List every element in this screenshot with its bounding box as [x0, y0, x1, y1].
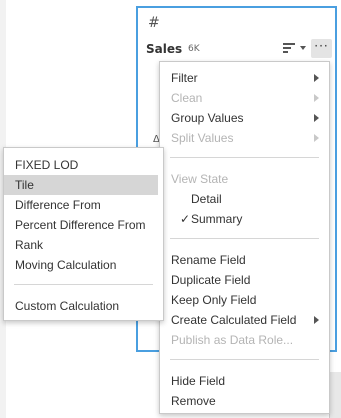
number-type-icon: # [148, 15, 160, 31]
checkmark-icon: ✓ [180, 212, 191, 226]
submenu-item-custom-calculation[interactable]: Custom Calculation [4, 296, 163, 316]
menu-separator [170, 157, 319, 158]
submenu-arrow-icon [314, 74, 319, 82]
menu-item-detail[interactable]: Detail [160, 189, 329, 209]
menu-item-filter[interactable]: Filter [160, 68, 329, 88]
menu-item-publish-as-data-role: Publish as Data Role... [171, 333, 294, 347]
submenu-item-rank[interactable]: Rank [4, 235, 163, 255]
menu-item-split-values: Split Values [160, 128, 329, 148]
sort-icon[interactable] [283, 43, 299, 55]
submenu-arrow-icon [314, 134, 319, 142]
menu-item-remove[interactable]: Remove [160, 391, 329, 411]
submenu-item-moving-calculation[interactable]: Moving Calculation [4, 255, 163, 275]
menu-separator [170, 238, 319, 239]
submenu-arrow-icon [314, 94, 319, 102]
field-context-menu: Filter Clean Group Values Split Values V… [159, 61, 330, 414]
menu-heading-view-state: View State [171, 172, 229, 186]
submenu-item-difference-from[interactable]: Difference From [4, 195, 163, 215]
menu-item-rename-field[interactable]: Rename Field [160, 250, 329, 270]
menu-item-group-values[interactable]: Group Values [160, 108, 329, 128]
menu-separator [170, 359, 319, 360]
sort-dropdown-caret-icon[interactable] [300, 46, 306, 50]
menu-item-clean: Clean [160, 88, 329, 108]
menu-item-summary[interactable]: ✓ Summary [160, 209, 329, 229]
calculated-field-submenu: FIXED LOD Tile Difference From Percent D… [3, 147, 164, 321]
submenu-item-tile[interactable]: Tile [4, 175, 158, 195]
submenu-item-fixed-lod[interactable]: FIXED LOD [4, 155, 163, 175]
field-count-badge: 6K [188, 44, 200, 54]
menu-item-hide-field[interactable]: Hide Field [160, 371, 329, 391]
submenu-arrow-icon [314, 316, 319, 324]
menu-item-duplicate-field[interactable]: Duplicate Field [160, 270, 329, 290]
submenu-arrow-icon [314, 114, 319, 122]
more-options-button[interactable]: ··· [311, 39, 332, 58]
menu-separator [14, 284, 153, 285]
menu-item-keep-only-field[interactable]: Keep Only Field [160, 290, 329, 310]
background-panel-edge [329, 372, 341, 418]
field-name[interactable]: Sales [146, 42, 182, 56]
menu-item-create-calculated-field[interactable]: Create Calculated Field [160, 310, 329, 330]
submenu-item-percent-difference-from[interactable]: Percent Difference From [4, 215, 163, 235]
